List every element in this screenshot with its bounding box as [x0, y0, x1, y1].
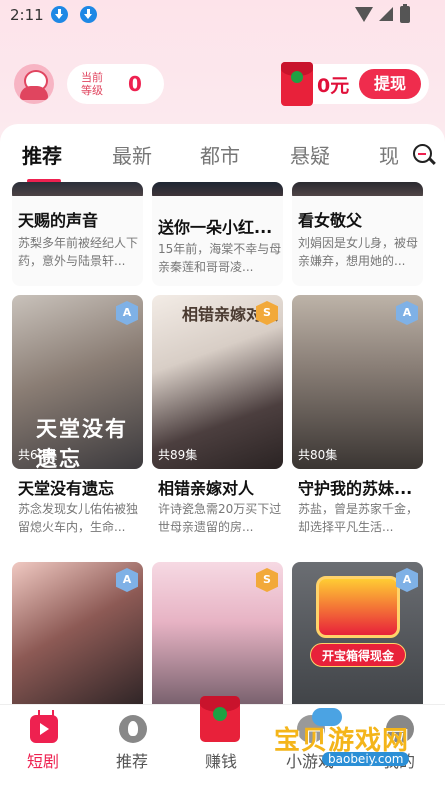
- episode-count: 共89集: [158, 448, 198, 462]
- drama-poster: 相错亲嫁对人 S 共89集: [152, 295, 283, 469]
- drama-description: 15年前，海棠不幸与母亲秦莲和哥哥凌...: [158, 242, 282, 274]
- drama-description: 刘娟因是女儿身，被母亲嫌弃，想用她的...: [298, 236, 419, 268]
- drama-description: 苏念发现女儿佑佑被独留熄火车内，生命...: [18, 502, 139, 534]
- red-packet-icon: [200, 696, 240, 742]
- nav-label: 赚钱: [205, 752, 238, 771]
- drama-title: 天赐的声音: [18, 211, 99, 230]
- level-value: 0: [128, 72, 142, 96]
- drama-poster: A 开宝箱得现金: [292, 562, 423, 704]
- nav-label: 推荐: [116, 752, 149, 771]
- drama-title: 送你一朵小红...: [158, 218, 273, 237]
- rating-badge: A: [116, 568, 138, 592]
- drama-title: 守护我的苏妹...: [298, 479, 413, 498]
- drama-description: 许诗瓷急需20万买下过世母亲遗留的房...: [158, 502, 282, 534]
- drama-poster: A: [12, 562, 143, 704]
- wifi-icon: [355, 7, 373, 22]
- fire-icon: [119, 715, 147, 743]
- drama-poster: 天堂没有遗忘 A 共60集: [12, 295, 143, 469]
- rating-badge: S: [256, 568, 278, 592]
- rating-badge: A: [396, 301, 418, 325]
- search-icon[interactable]: [413, 144, 432, 163]
- wallet[interactable]: 0元 提现: [281, 62, 429, 106]
- episode-count: 共80集: [298, 448, 338, 462]
- drama-poster: S: [152, 562, 283, 704]
- drama-grid: 天赐的声音 苏梨多年前被经纪人下药，意外与陆景轩... 送你一朵小红... 15…: [0, 182, 445, 704]
- drama-title: 看女敬父: [298, 211, 363, 230]
- tv-icon: [30, 710, 58, 743]
- tab-recommend[interactable]: 推荐: [22, 140, 62, 169]
- tab-urban[interactable]: 都市: [200, 140, 240, 169]
- wallet-amount: 0元: [317, 75, 350, 97]
- tab-suspense[interactable]: 悬疑: [290, 140, 330, 169]
- drama-title: 相错亲嫁对人: [158, 479, 255, 498]
- level-label: 当前等级: [81, 71, 103, 97]
- episode-count: 共60集: [18, 448, 58, 462]
- red-packet-icon: [281, 62, 313, 106]
- watermark: 宝贝游戏网 baobeiy.com: [272, 708, 442, 776]
- drama-description: 苏盐，曾是苏家千金，却选择平凡生活...: [298, 502, 419, 534]
- category-tabs: 推荐 最新 都市 悬疑 现: [0, 124, 445, 183]
- tab-modern[interactable]: 现: [379, 140, 399, 169]
- withdraw-button[interactable]: 提现: [359, 69, 421, 99]
- download-icon: [51, 6, 68, 23]
- level-box[interactable]: 当前等级 0: [67, 64, 164, 104]
- download-icon: [80, 6, 97, 23]
- signal-icon: [379, 7, 393, 21]
- drama-poster: A 共80集: [292, 295, 423, 469]
- open-chest-button[interactable]: 开宝箱得现金: [310, 643, 406, 667]
- rating-badge: A: [116, 301, 138, 325]
- watermark-url: baobeiy.com: [322, 752, 410, 766]
- avatar[interactable]: [14, 64, 54, 104]
- drama-description: 苏梨多年前被经纪人下药，意外与陆景轩...: [18, 236, 139, 268]
- drama-title: 天堂没有遗忘: [18, 479, 115, 498]
- status-time: 2:11: [10, 6, 44, 24]
- tab-latest[interactable]: 最新: [112, 140, 152, 169]
- battery-icon: [400, 4, 410, 23]
- nav-label: 短剧: [27, 752, 60, 771]
- status-bar: 2:11: [0, 0, 445, 30]
- treasure-chest-icon: [316, 576, 400, 638]
